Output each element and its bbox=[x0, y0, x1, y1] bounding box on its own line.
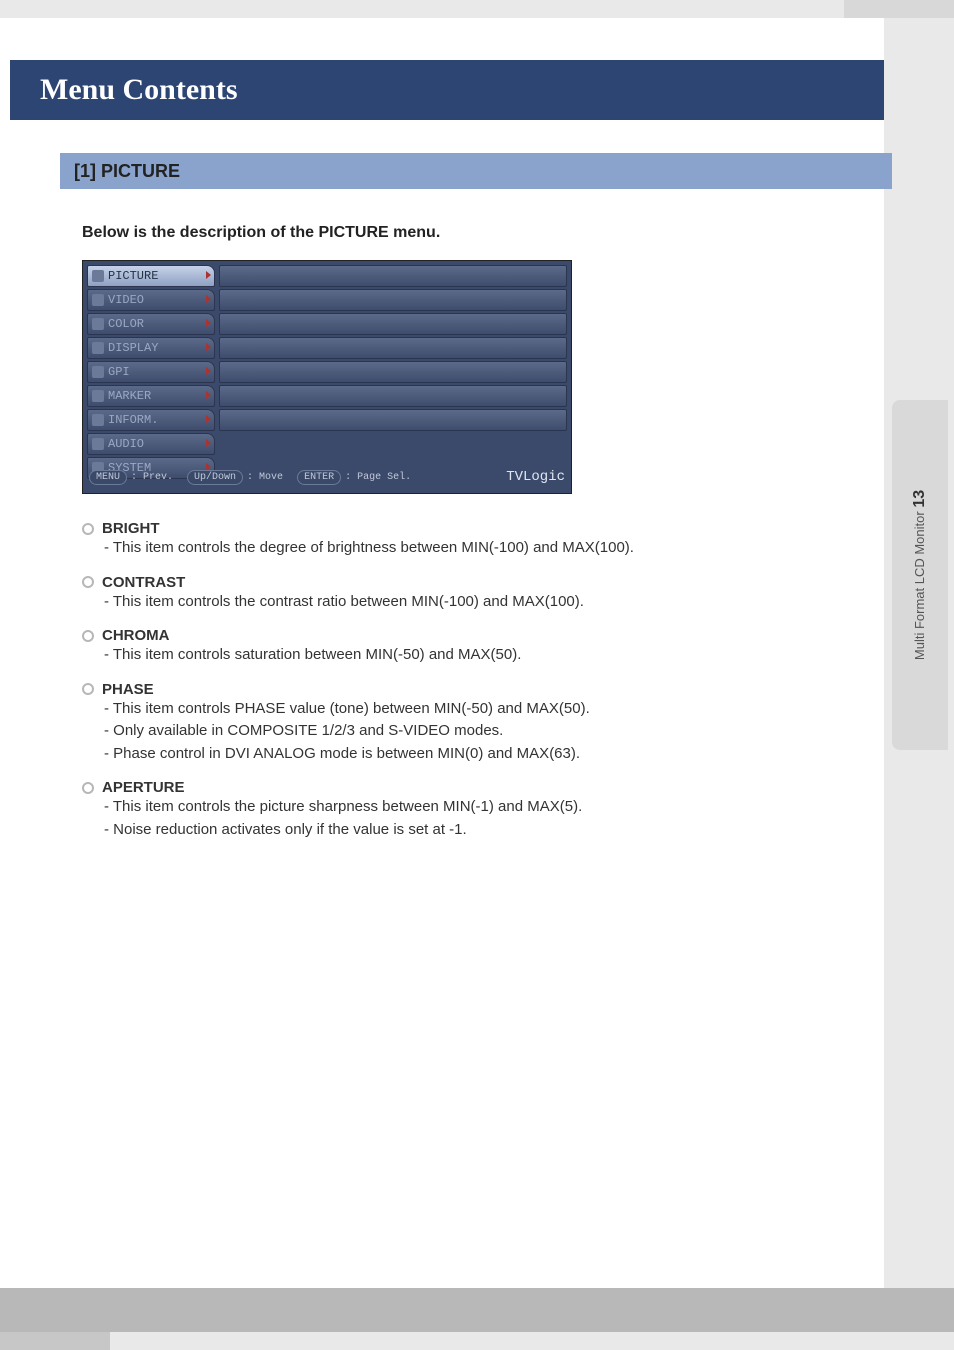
item-chroma: CHROMA- This item controls saturation be… bbox=[82, 627, 874, 667]
item-title: CONTRAST bbox=[102, 574, 185, 591]
bottom-bar bbox=[0, 1288, 954, 1332]
osd-footer-updown-key: Up/Down bbox=[187, 470, 243, 485]
osd-tab-icon bbox=[92, 270, 104, 282]
osd-footer-enter-key: ENTER bbox=[297, 470, 341, 485]
osd-tab-list: PICTURE VIDEO COLOR DISPLAY GPI MARKER INFORM.… bbox=[87, 265, 215, 461]
osd-tab-icon bbox=[92, 318, 104, 330]
item-body: - This item controls saturation between … bbox=[104, 644, 874, 667]
item-body: - This item controls the degree of brigh… bbox=[104, 537, 874, 560]
osd-tab-arrow-icon bbox=[206, 439, 211, 447]
item-title: APERTURE bbox=[102, 779, 185, 796]
section-bar: [1] PICTURE bbox=[60, 153, 892, 189]
osd-footer-brand: TVLogic bbox=[506, 469, 565, 485]
trim-bottom-left bbox=[0, 1332, 110, 1350]
osd-tab-icon bbox=[92, 438, 104, 450]
osd-tab-label: GPI bbox=[108, 365, 130, 379]
osd-tab-arrow-icon bbox=[206, 295, 211, 303]
osd-tab-color: COLOR bbox=[87, 313, 215, 335]
osd-row bbox=[219, 361, 567, 383]
section-label: [1] PICTURE bbox=[74, 161, 180, 182]
item-head: CHROMA bbox=[82, 627, 874, 644]
osd-tab-icon bbox=[92, 414, 104, 426]
osd-tab-arrow-icon bbox=[206, 271, 211, 279]
item-body: - This item controls the contrast ratio … bbox=[104, 591, 874, 614]
osd-tab-marker: MARKER bbox=[87, 385, 215, 407]
osd-row bbox=[219, 265, 567, 287]
header-bar: Menu Contents bbox=[10, 60, 884, 120]
osd-tab-icon bbox=[92, 390, 104, 402]
trim-top-right bbox=[844, 0, 954, 18]
item-head: PHASE bbox=[82, 681, 874, 698]
osd-footer: MENU : Prev. Up/Down : Move ENTER : Page… bbox=[89, 467, 565, 487]
side-tab: Multi Format LCD Monitor 13 bbox=[892, 400, 948, 750]
content: Below is the description of the PICTURE … bbox=[82, 218, 874, 847]
osd-footer-menu-label: : Prev. bbox=[131, 472, 173, 483]
side-tab-page: 13 bbox=[911, 490, 928, 508]
osd-row bbox=[219, 289, 567, 311]
item-title: CHROMA bbox=[102, 627, 170, 644]
osd-tab-label: INFORM. bbox=[108, 413, 158, 427]
osd-tab-display: DISPLAY bbox=[87, 337, 215, 359]
item-head: APERTURE bbox=[82, 779, 874, 796]
osd-footer-menu-key: MENU bbox=[89, 470, 127, 485]
osd-footer-updown-label: : Move bbox=[247, 472, 283, 483]
item-title: BRIGHT bbox=[102, 520, 160, 537]
bullet-icon bbox=[82, 782, 94, 794]
side-tab-inner: Multi Format LCD Monitor 13 bbox=[911, 490, 929, 660]
osd-tab-icon bbox=[92, 342, 104, 354]
item-line: - This item controls saturation between … bbox=[104, 644, 874, 667]
osd-tab-video: VIDEO bbox=[87, 289, 215, 311]
item-body: - This item controls PHASE value (tone) … bbox=[104, 698, 874, 766]
intro-text: Below is the description of the PICTURE … bbox=[82, 224, 874, 242]
item-aperture: APERTURE- This item controls the picture… bbox=[82, 779, 874, 841]
osd-tab-arrow-icon bbox=[206, 367, 211, 375]
osd-tab-label: MARKER bbox=[108, 389, 151, 403]
osd-tab-inform: INFORM. bbox=[87, 409, 215, 431]
osd-row bbox=[219, 337, 567, 359]
osd-tab-icon bbox=[92, 366, 104, 378]
item-body: - This item controls the picture sharpne… bbox=[104, 796, 874, 841]
osd-tab-label: COLOR bbox=[108, 317, 144, 331]
bullet-icon bbox=[82, 576, 94, 588]
item-line: - This item controls the picture sharpne… bbox=[104, 796, 874, 819]
osd-tab-label: VIDEO bbox=[108, 293, 144, 307]
osd-row bbox=[219, 385, 567, 407]
item-line: - This item controls the degree of brigh… bbox=[104, 537, 874, 560]
item-head: BRIGHT bbox=[82, 520, 874, 537]
items-list: BRIGHT- This item controls the degree of… bbox=[82, 520, 874, 841]
osd-footer-enter-label: : Page Sel. bbox=[345, 472, 411, 483]
item-line: - Only available in COMPOSITE 1/2/3 and … bbox=[104, 720, 874, 743]
osd-screenshot: PICTURE VIDEO COLOR DISPLAY GPI MARKER INFORM.… bbox=[82, 260, 572, 494]
osd-tab-audio: AUDIO bbox=[87, 433, 215, 455]
item-bright: BRIGHT- This item controls the degree of… bbox=[82, 520, 874, 560]
osd-tab-label: PICTURE bbox=[108, 269, 158, 283]
osd-tab-gpi: GPI bbox=[87, 361, 215, 383]
sheet: Menu Contents [1] PICTURE Below is the d… bbox=[0, 18, 884, 1332]
side-tab-text: Multi Format LCD Monitor bbox=[912, 511, 927, 660]
item-contrast: CONTRAST- This item controls the contras… bbox=[82, 574, 874, 614]
osd-tab-arrow-icon bbox=[206, 391, 211, 399]
osd-tab-arrow-icon bbox=[206, 319, 211, 327]
bullet-icon bbox=[82, 683, 94, 695]
osd-rows bbox=[219, 265, 567, 461]
osd-row bbox=[219, 409, 567, 431]
bullet-icon bbox=[82, 630, 94, 642]
page: Menu Contents [1] PICTURE Below is the d… bbox=[0, 0, 954, 1350]
osd-tab-label: AUDIO bbox=[108, 437, 144, 451]
item-title: PHASE bbox=[102, 681, 154, 698]
osd-tab-picture: PICTURE bbox=[87, 265, 215, 287]
osd-tab-arrow-icon bbox=[206, 343, 211, 351]
header-title: Menu Contents bbox=[40, 73, 238, 107]
bullet-icon bbox=[82, 523, 94, 535]
osd-tab-label: DISPLAY bbox=[108, 341, 158, 355]
osd-row bbox=[219, 313, 567, 335]
osd-tab-icon bbox=[92, 294, 104, 306]
item-line: - This item controls PHASE value (tone) … bbox=[104, 698, 874, 721]
item-line: - Noise reduction activates only if the … bbox=[104, 819, 874, 842]
item-head: CONTRAST bbox=[82, 574, 874, 591]
item-line: - This item controls the contrast ratio … bbox=[104, 591, 874, 614]
item-line: - Phase control in DVI ANALOG mode is be… bbox=[104, 743, 874, 766]
osd-tab-arrow-icon bbox=[206, 415, 211, 423]
item-phase: PHASE- This item controls PHASE value (t… bbox=[82, 681, 874, 766]
